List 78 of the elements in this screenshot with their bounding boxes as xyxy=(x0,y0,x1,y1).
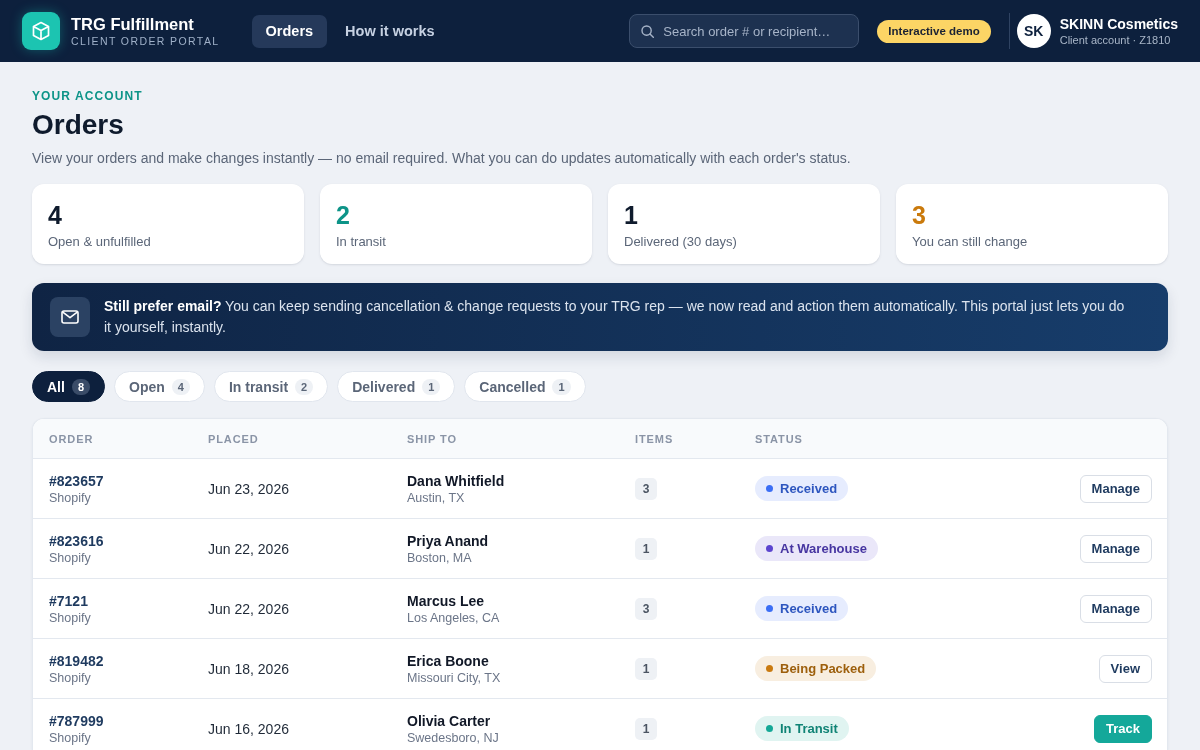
demo-badge: Interactive demo xyxy=(877,19,991,43)
filter-count: 1 xyxy=(552,378,571,395)
action-button[interactable]: Manage xyxy=(1079,474,1152,503)
placed-date: Jun 23, 2026 xyxy=(208,480,289,497)
order-number[interactable]: #823616 xyxy=(49,531,104,550)
recipient-location: Austin, TX xyxy=(407,489,465,506)
recipient-location: Swedesboro, NJ xyxy=(407,729,499,746)
order-number[interactable]: #787999 xyxy=(49,711,104,730)
page-description: View your orders and make changes instantly — no email required. What you can do updates automatically with each order's status. xyxy=(32,149,851,168)
recipient-location: Los Angeles, CA xyxy=(407,609,500,626)
stat-label: Open & unfulfilled xyxy=(48,233,151,251)
recipient-location: Missouri City, TX xyxy=(407,669,501,686)
item-count: 1 xyxy=(635,717,657,740)
nav-tab[interactable]: Orders xyxy=(251,14,328,48)
item-count: 1 xyxy=(635,537,657,560)
order-number[interactable]: #823657 xyxy=(49,471,104,490)
status-label: Being Packed xyxy=(780,661,866,676)
stat-label: In transit xyxy=(336,233,386,251)
recipient-location: Boston, MA xyxy=(407,549,472,566)
stat-value: 1 xyxy=(624,201,638,229)
order-channel: Shopify xyxy=(49,669,91,686)
stat-label: Delivered (30 days) xyxy=(624,233,737,251)
order-channel: Shopify xyxy=(49,729,91,746)
filter-chip[interactable]: Cancelled 1 xyxy=(464,371,586,402)
section-eyebrow: YOUR ACCOUNT xyxy=(32,88,143,104)
status-label: Received xyxy=(780,601,838,616)
recipient-name: Erica Boone xyxy=(407,651,489,670)
column-header: ORDER xyxy=(49,432,94,445)
order-number[interactable]: #819482 xyxy=(49,651,104,670)
column-header: STATUS xyxy=(755,432,803,445)
filter-chip[interactable]: In transit 2 xyxy=(213,371,329,402)
item-count: 3 xyxy=(635,597,657,620)
column-header: SHIP TO xyxy=(407,432,457,445)
item-count: 1 xyxy=(635,657,657,680)
filter-count: 2 xyxy=(295,378,314,395)
placed-date: Jun 22, 2026 xyxy=(208,540,289,557)
order-channel: Shopify xyxy=(49,489,91,506)
filter-chip[interactable]: All 8 xyxy=(32,371,105,402)
avatar[interactable]: SK xyxy=(1016,14,1051,48)
cube-logo-icon xyxy=(22,12,60,50)
search-field[interactable]: Search order # or recipient… xyxy=(629,14,860,48)
brand-name: TRG Fulfillment xyxy=(71,14,195,34)
notice-text: Still prefer email? You can keep sending cancellation & change requests to your TRG rep — we now read and action them automatically. This portal just lets you do it yourself, instantly. xyxy=(104,297,1126,337)
status-label: Received xyxy=(780,481,838,496)
recipient-name: Dana Whitfield xyxy=(407,471,505,490)
filter-chip[interactable]: Delivered 1 xyxy=(337,371,456,402)
order-number[interactable]: #7121 xyxy=(49,591,88,610)
order-channel: Shopify xyxy=(49,609,91,626)
page-title: Orders xyxy=(32,108,124,142)
stat-label: You can still change xyxy=(912,233,1028,251)
filter-count: 8 xyxy=(71,378,90,395)
brand-tagline: CLIENT ORDER PORTAL xyxy=(71,34,220,48)
action-button[interactable]: Manage xyxy=(1079,594,1152,623)
action-button[interactable]: Manage xyxy=(1079,534,1152,563)
filter-count: 4 xyxy=(171,378,190,395)
recipient-name: Marcus Lee xyxy=(407,591,485,610)
nav-tab[interactable]: How it works xyxy=(331,14,449,48)
search-icon xyxy=(641,25,655,38)
account-detail: Client account · Z1810 xyxy=(1059,32,1172,47)
status-label: In Transit xyxy=(780,721,838,736)
recipient-name: Olivia Carter xyxy=(407,711,491,730)
placed-date: Jun 22, 2026 xyxy=(208,600,289,617)
recipient-name: Priya Anand xyxy=(407,531,489,550)
stat-value: 4 xyxy=(48,201,62,229)
placed-date: Jun 16, 2026 xyxy=(208,720,289,737)
filter-chip[interactable]: Open 4 xyxy=(114,371,205,402)
stat-value: 3 xyxy=(912,201,926,229)
account-name: SKINN Cosmetics xyxy=(1059,15,1178,33)
placed-date: Jun 18, 2026 xyxy=(208,660,289,677)
action-button[interactable]: View xyxy=(1098,654,1152,683)
order-channel: Shopify xyxy=(49,549,91,566)
stat-value: 2 xyxy=(336,201,350,229)
column-header: PLACED xyxy=(208,432,259,445)
column-header: ITEMS xyxy=(635,432,674,445)
filter-count: 1 xyxy=(422,378,441,395)
status-label: At Warehouse xyxy=(780,541,867,556)
item-count: 3 xyxy=(635,477,657,500)
envelope-icon xyxy=(50,297,90,337)
